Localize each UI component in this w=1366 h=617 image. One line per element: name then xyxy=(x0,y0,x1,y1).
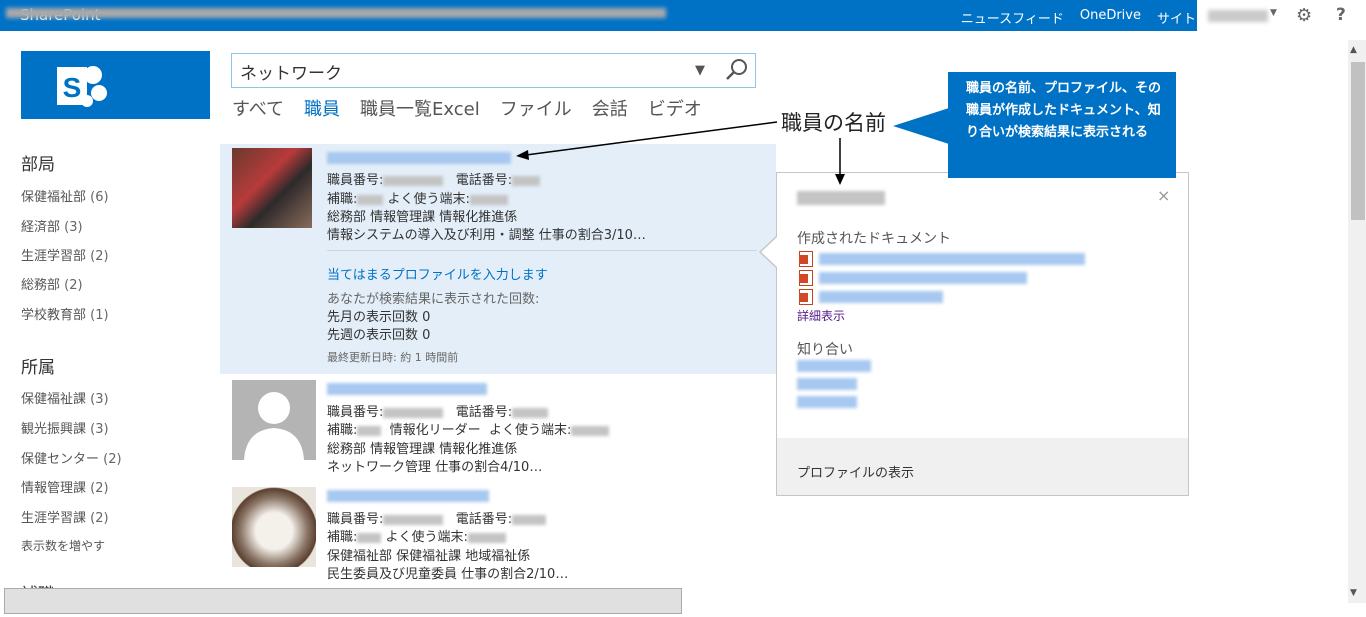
result-post-line: 補職: よく使う端末: xyxy=(327,188,508,207)
document-link[interactable] xyxy=(819,291,943,303)
hover-card-pointer-inner xyxy=(761,237,777,267)
user-name[interactable] xyxy=(1208,10,1268,22)
views-label: あなたが検索結果に表示された回数: xyxy=(327,292,540,307)
refiner-item[interactable]: 経済部 (3) xyxy=(21,216,83,235)
svg-text:S: S xyxy=(63,72,82,103)
refiner-item[interactable]: 保健福祉部 (6) xyxy=(21,186,109,205)
tab-people[interactable]: 職員 xyxy=(304,95,340,121)
person-name-link[interactable] xyxy=(327,490,489,502)
default-avatar-icon xyxy=(232,380,316,460)
fill-profile-link[interactable]: 当てはまるプロファイルを入力します xyxy=(327,264,548,283)
tab-conversations[interactable]: 会話 xyxy=(592,95,628,121)
document-link[interactable] xyxy=(819,272,1027,284)
show-more-link[interactable]: 表示数を増やす xyxy=(21,537,105,554)
acquaintance-link[interactable] xyxy=(797,396,857,408)
browser-status-bar xyxy=(4,588,682,614)
docs-show-more-link[interactable]: 詳細表示 xyxy=(797,307,845,324)
result-post-line: 補職: よく使う端末: xyxy=(327,526,506,545)
tab-videos[interactable]: ビデオ xyxy=(648,95,702,121)
top-link-sites[interactable]: サイト xyxy=(1157,8,1196,27)
gear-icon[interactable]: ⚙ xyxy=(1296,5,1312,26)
refiner-title-dept: 部局 xyxy=(21,155,55,175)
divider xyxy=(327,250,757,251)
person-name-link[interactable] xyxy=(327,383,487,395)
top-links: ニュースフィード OneDrive サイト xyxy=(961,8,1196,27)
result-duty-line: ネットワーク管理 仕事の割合4/10… xyxy=(327,460,543,475)
tab-files[interactable]: ファイル xyxy=(500,95,572,121)
powerpoint-icon xyxy=(799,289,813,305)
profile-photo[interactable] xyxy=(232,487,316,567)
views-last-month: 先月の表示回数 0 xyxy=(327,310,431,325)
annotation-callout: 職員の名前、プロファイル、その職員が作成したドキュメント、知り合いが検索結果に表… xyxy=(948,72,1176,178)
result-contact-line: 職員番号: 電話番号: xyxy=(327,401,549,420)
chevron-down-icon[interactable]: ▼ xyxy=(1270,8,1277,18)
result-duty-line: 民生委員及び児童委員 仕事の割合2/10… xyxy=(327,567,569,582)
refiner-title-section: 所属 xyxy=(21,358,55,378)
top-link-newsfeed[interactable]: ニュースフィード xyxy=(961,8,1064,27)
docs-title: 作成されたドキュメント xyxy=(797,231,951,247)
profile-photo[interactable] xyxy=(232,380,316,460)
profile-photo[interactable] xyxy=(232,148,312,228)
search-input[interactable] xyxy=(240,59,680,83)
status-url xyxy=(6,8,666,18)
powerpoint-icon xyxy=(799,270,813,286)
search-verticals: すべて 職員 職員一覧Excel ファイル 会話 ビデオ xyxy=(232,95,722,121)
result-duty-line: 情報システムの導入及び利用・調整 仕事の割合3/10… xyxy=(327,228,646,243)
scroll-up-icon[interactable]: ▲ xyxy=(1350,45,1357,55)
refiner-item[interactable]: 生涯学習課 (2) xyxy=(21,507,109,526)
acquaintances-title: 知り合い xyxy=(797,342,853,358)
result-post-line: 補職: 情報化リーダー よく使う端末: xyxy=(327,419,610,438)
result-dept-line: 総務部 情報管理課 情報化推進係 xyxy=(327,210,518,225)
document-link[interactable] xyxy=(819,253,1085,265)
result-dept-line: 総務部 情報管理課 情報化推進係 xyxy=(327,442,518,457)
annotation-label: 職員の名前 xyxy=(781,111,886,135)
scrollbar-thumb[interactable] xyxy=(1351,62,1365,220)
help-icon[interactable]: ? xyxy=(1336,5,1346,25)
views-last-week: 先週の表示回数 0 xyxy=(327,328,431,343)
acquaintance-link[interactable] xyxy=(797,378,857,390)
tab-all[interactable]: すべて xyxy=(232,95,284,121)
last-updated: 最終更新日時: 約 1 時間前 xyxy=(327,351,459,364)
powerpoint-icon xyxy=(799,251,813,267)
tab-people-excel[interactable]: 職員一覧Excel xyxy=(360,95,480,121)
scroll-down-icon[interactable]: ▼ xyxy=(1350,588,1357,598)
person-name-link[interactable] xyxy=(327,152,511,164)
refiner-item[interactable]: 観光振興課 (3) xyxy=(21,418,109,437)
result-contact-line: 職員番号: 電話番号: xyxy=(327,169,541,188)
result-dept-line: 保健福祉部 保健福祉課 地域福祉係 xyxy=(327,549,531,564)
refiner-item[interactable]: 保健福祉課 (3) xyxy=(21,388,109,407)
result-contact-line: 職員番号: 電話番号: xyxy=(327,508,547,527)
refiner-item[interactable]: 保健センター (2) xyxy=(21,448,122,467)
chevron-down-icon[interactable]: ▼ xyxy=(695,63,705,78)
hover-card-name xyxy=(797,191,885,205)
acquaintance-link[interactable] xyxy=(797,360,871,372)
site-logo[interactable]: S xyxy=(21,51,210,119)
refiner-item[interactable]: 生涯学習部 (2) xyxy=(21,245,109,264)
refiner-item[interactable]: 学校教育部 (1) xyxy=(21,304,109,323)
refiner-item[interactable]: 総務部 (2) xyxy=(21,274,83,293)
refiner-item[interactable]: 情報管理課 (2) xyxy=(21,477,109,496)
search-icon[interactable] xyxy=(724,57,750,83)
callout-tail xyxy=(893,108,949,144)
close-icon[interactable]: × xyxy=(1157,186,1170,205)
view-profile-link[interactable]: プロファイルの表示 xyxy=(797,462,914,481)
top-link-onedrive[interactable]: OneDrive xyxy=(1080,8,1141,27)
sharepoint-logo-icon: S xyxy=(57,66,107,107)
search-box: ▼ xyxy=(231,53,756,88)
